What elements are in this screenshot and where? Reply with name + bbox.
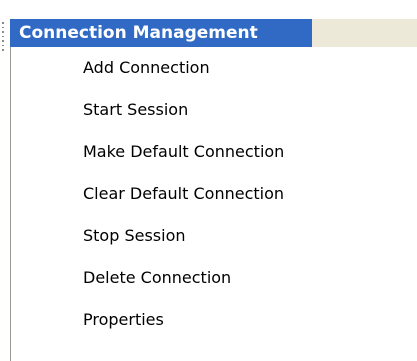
toolbar-gripper-icon[interactable] <box>2 22 5 53</box>
menu-item-clear-default-connection[interactable]: Clear Default Connection <box>11 173 311 215</box>
dropdown-menu: Add Connection Start Session Make Defaul… <box>11 47 417 361</box>
menu-item-stop-session[interactable]: Stop Session <box>11 215 311 257</box>
menu-item-make-default-connection[interactable]: Make Default Connection <box>11 131 311 173</box>
menu-title-connection-management[interactable]: Connection Management <box>10 19 312 47</box>
menu-item-properties[interactable]: Properties <box>11 299 311 341</box>
menu-item-delete-connection[interactable]: Delete Connection <box>11 257 311 299</box>
connection-management-menu: Connection Management Add Connection Sta… <box>0 0 417 361</box>
menu-item-start-session[interactable]: Start Session <box>11 89 311 131</box>
menu-item-add-connection[interactable]: Add Connection <box>11 47 311 89</box>
